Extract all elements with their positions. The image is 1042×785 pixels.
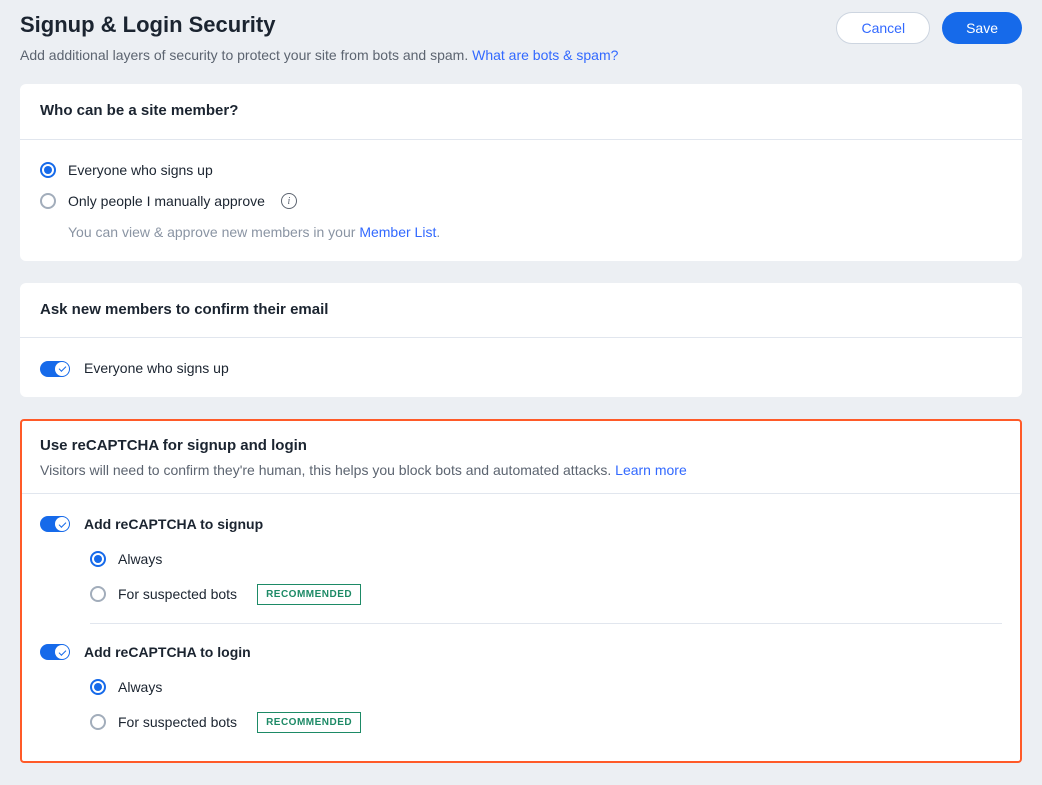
recaptcha-login-label: Add reCAPTCHA to login	[84, 642, 251, 663]
recaptcha-login-suspected[interactable]: For suspected bots RECOMMENDED	[90, 712, 1002, 733]
page-title: Signup & Login Security	[20, 8, 618, 41]
email-confirm-toggle[interactable]	[40, 361, 70, 377]
recommended-badge: RECOMMENDED	[257, 584, 361, 605]
recaptcha-card: Use reCAPTCHA for signup and login Visit…	[20, 419, 1022, 763]
recaptcha-signup-always[interactable]: Always	[90, 549, 1002, 570]
recaptcha-title: Use reCAPTCHA for signup and login	[40, 435, 1002, 458]
membership-card: Who can be a site member? Everyone who s…	[20, 84, 1022, 261]
recaptcha-login-toggle[interactable]	[40, 644, 70, 660]
email-confirm-title: Ask new members to confirm their email	[40, 299, 1002, 322]
recaptcha-signup-label: Add reCAPTCHA to signup	[84, 514, 263, 535]
save-button[interactable]: Save	[942, 12, 1022, 44]
membership-option-everyone[interactable]: Everyone who signs up	[40, 160, 1002, 181]
divider	[90, 623, 1002, 624]
email-confirm-label: Everyone who signs up	[84, 358, 229, 379]
bots-spam-link[interactable]: What are bots & spam?	[472, 47, 618, 63]
radio-icon	[90, 679, 106, 695]
radio-icon	[40, 162, 56, 178]
email-confirm-card: Ask new members to confirm their email E…	[20, 283, 1022, 398]
recaptcha-signup-suspected[interactable]: For suspected bots RECOMMENDED	[90, 584, 1002, 605]
recaptcha-subtitle: Visitors will need to confirm they're hu…	[40, 460, 1002, 481]
radio-icon	[90, 551, 106, 567]
radio-icon	[90, 714, 106, 730]
page-subtitle: Add additional layers of security to pro…	[20, 45, 618, 66]
info-icon[interactable]: i	[281, 193, 297, 209]
radio-icon	[40, 193, 56, 209]
recaptcha-learn-more-link[interactable]: Learn more	[615, 462, 687, 478]
recaptcha-login-always[interactable]: Always	[90, 677, 1002, 698]
recommended-badge: RECOMMENDED	[257, 712, 361, 733]
recaptcha-signup-toggle[interactable]	[40, 516, 70, 532]
radio-icon	[90, 586, 106, 602]
member-list-link[interactable]: Member List	[359, 224, 436, 240]
membership-title: Who can be a site member?	[40, 100, 1002, 123]
approve-subtext: You can view & approve new members in yo…	[68, 222, 1002, 243]
membership-option-approve[interactable]: Only people I manually approve i	[40, 191, 1002, 212]
cancel-button[interactable]: Cancel	[836, 12, 930, 44]
